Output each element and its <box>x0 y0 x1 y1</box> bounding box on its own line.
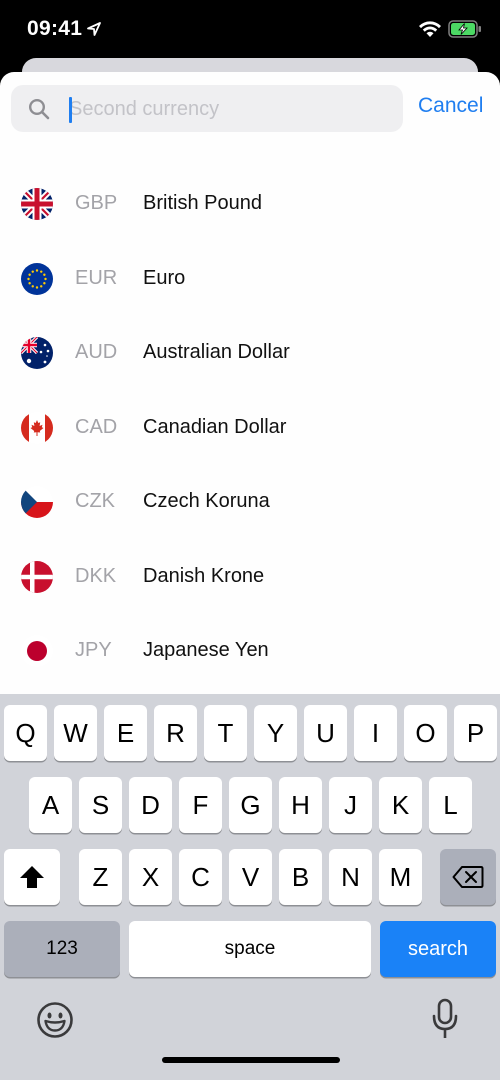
currency-name: Euro <box>143 266 186 289</box>
currency-name: Czech Koruna <box>143 490 270 512</box>
key-j[interactable]: J <box>329 777 372 833</box>
key-e[interactable]: E <box>104 705 147 761</box>
key-v[interactable]: V <box>229 849 272 905</box>
search-icon <box>28 98 50 120</box>
czech-flag-icon <box>21 486 53 518</box>
key-d[interactable]: D <box>129 777 172 833</box>
currency-code: JPY <box>75 639 112 661</box>
key-l[interactable]: L <box>429 777 472 833</box>
currency-name: Australian Dollar <box>143 341 290 363</box>
search-bar[interactable] <box>11 85 403 132</box>
shift-icon <box>20 866 44 888</box>
key-s[interactable]: S <box>79 777 122 833</box>
search-key[interactable]: search <box>380 921 496 977</box>
wifi-icon <box>419 21 441 37</box>
status-bar: 09:41 <box>0 0 500 64</box>
key-w[interactable]: W <box>54 705 97 761</box>
currency-code: GBP <box>75 192 118 214</box>
currency-code: CZK <box>75 490 115 512</box>
key-k[interactable]: K <box>379 777 422 833</box>
key-i[interactable]: I <box>354 705 397 761</box>
key-y[interactable]: Y <box>254 705 297 761</box>
australia-flag-icon <box>21 337 53 369</box>
key-z[interactable]: Z <box>79 849 122 905</box>
currency-code: AUD <box>75 341 118 363</box>
currency-code: EUR <box>75 266 118 289</box>
uk-flag-icon <box>21 188 53 220</box>
microphone-icon[interactable] <box>431 998 459 1042</box>
key-p[interactable]: P <box>454 705 497 761</box>
numbers-key[interactable]: 123 <box>4 921 120 977</box>
currency-row-aud[interactable]: AUD Australian Dollar <box>0 317 500 392</box>
denmark-flag-icon <box>21 560 53 593</box>
key-t[interactable]: T <box>204 705 247 761</box>
canada-flag-icon <box>21 411 53 444</box>
currency-row-dkk[interactable]: DKK Danish Krone <box>0 541 500 616</box>
search-input[interactable] <box>69 91 389 127</box>
cancel-button[interactable]: Cancel <box>418 94 483 118</box>
currency-code: DKK <box>75 564 117 587</box>
key-u[interactable]: U <box>304 705 347 761</box>
key-g[interactable]: G <box>229 777 272 833</box>
key-m[interactable]: M <box>379 849 422 905</box>
delete-key[interactable] <box>440 849 496 905</box>
home-indicator <box>162 1057 340 1063</box>
key-x[interactable]: X <box>129 849 172 905</box>
emoji-icon[interactable] <box>36 1001 74 1039</box>
currency-picker-sheet: Cancel GBP British Pound <box>0 72 500 1080</box>
key-c[interactable]: C <box>179 849 222 905</box>
eu-flag-icon <box>21 262 53 295</box>
currency-row-cad[interactable]: CAD Canadian Dollar <box>0 392 500 467</box>
currency-name: Japanese Yen <box>143 639 269 661</box>
space-key[interactable]: space <box>129 921 371 977</box>
key-o[interactable]: O <box>404 705 447 761</box>
key-q[interactable]: Q <box>4 705 47 761</box>
location-arrow-icon <box>87 22 101 36</box>
currency-row-gbp[interactable]: GBP British Pound <box>0 168 500 243</box>
currency-name: Canadian Dollar <box>143 415 287 438</box>
currency-row-czk[interactable]: CZK Czech Koruna <box>0 466 500 541</box>
currency-list: GBP British Pound EUR Euro AUD Australia… <box>0 168 500 690</box>
currency-row-jpy[interactable]: JPY Japanese Yen <box>0 615 500 690</box>
key-a[interactable]: A <box>29 777 72 833</box>
currency-code: CAD <box>75 415 118 438</box>
key-n[interactable]: N <box>329 849 372 905</box>
currency-name: Danish Krone <box>143 564 265 587</box>
key-r[interactable]: R <box>154 705 197 761</box>
battery-charging-icon <box>448 20 481 38</box>
key-f[interactable]: F <box>179 777 222 833</box>
key-h[interactable]: H <box>279 777 322 833</box>
currency-row-eur[interactable]: EUR Euro <box>0 243 500 318</box>
japan-flag-icon <box>21 635 53 667</box>
backspace-icon <box>452 866 484 888</box>
currency-name: British Pound <box>143 192 262 214</box>
text-cursor <box>69 97 72 123</box>
key-b[interactable]: B <box>279 849 322 905</box>
shift-key[interactable] <box>4 849 60 905</box>
status-time: 09:41 <box>27 17 83 40</box>
keyboard: Q W E R T Y U I O P A S D F G H J K L Z … <box>0 694 500 1080</box>
